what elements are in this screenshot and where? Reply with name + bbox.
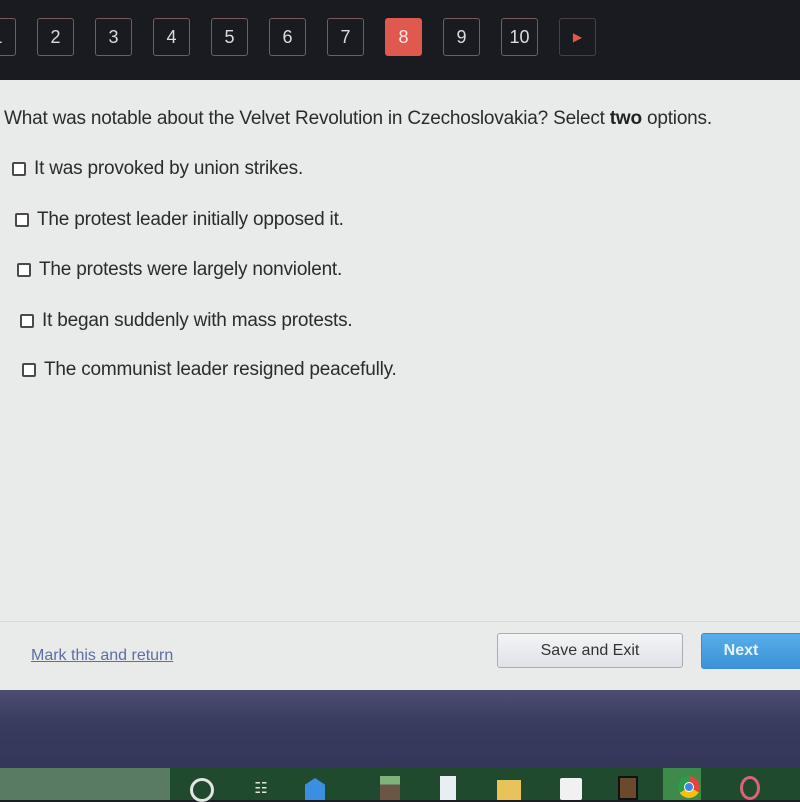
- question-suffix: options.: [641, 108, 712, 129]
- question-pagination-bar: 1 2 3 4 5 6 7 8 9 10 ▶: [0, 0, 800, 80]
- taskbar-search-box[interactable]: [0, 768, 170, 800]
- photo-app-icon[interactable]: [618, 776, 638, 800]
- option-label: The communist leader resigned peacefully…: [44, 359, 397, 380]
- question-emphasis: two: [609, 108, 642, 129]
- option-label: The protest leader initially opposed it.: [37, 209, 344, 230]
- checkbox[interactable]: [17, 263, 31, 277]
- option-5[interactable]: The communist leader resigned peacefully…: [22, 359, 397, 381]
- next-button[interactable]: Next: [701, 633, 800, 669]
- page-button-7[interactable]: 7: [327, 18, 364, 56]
- checkbox[interactable]: [20, 314, 34, 328]
- file-icon[interactable]: [440, 776, 456, 800]
- question-panel: What was notable about the Velvet Revolu…: [0, 80, 800, 690]
- taskbar: ☷: [0, 768, 800, 802]
- checkbox[interactable]: [12, 162, 26, 176]
- page-button-8-current[interactable]: 8: [385, 18, 422, 56]
- page-button-9[interactable]: 9: [443, 18, 480, 56]
- task-view-icon[interactable]: ☷: [250, 776, 272, 800]
- checkbox[interactable]: [22, 363, 36, 377]
- page-button-2[interactable]: 2: [37, 18, 74, 56]
- play-triangle-icon: ▶: [572, 30, 583, 44]
- option-label: It began suddenly with mass protests.: [42, 310, 353, 331]
- minecraft-icon[interactable]: [380, 776, 400, 800]
- page-button-4[interactable]: 4: [153, 18, 190, 56]
- file-explorer-icon[interactable]: [497, 780, 521, 800]
- page-button-6[interactable]: 6: [269, 18, 306, 56]
- mark-and-return-link[interactable]: Mark this and return: [31, 647, 173, 665]
- opera-icon[interactable]: [740, 776, 760, 800]
- store-icon[interactable]: [560, 778, 582, 800]
- save-and-exit-button[interactable]: Save and Exit: [497, 633, 683, 668]
- next-page-button[interactable]: ▶: [559, 18, 596, 56]
- pager: 1 2 3 4 5 6 7 8 9 10 ▶: [0, 18, 617, 56]
- option-4[interactable]: It began suddenly with mass protests.: [20, 310, 353, 332]
- footer-divider: [0, 621, 800, 622]
- chrome-icon[interactable]: [678, 776, 700, 798]
- page-button-3[interactable]: 3: [95, 18, 132, 56]
- page-button-10[interactable]: 10: [501, 18, 538, 56]
- option-2[interactable]: The protest leader initially opposed it.: [15, 209, 344, 231]
- monitor-bezel-area: [0, 690, 800, 770]
- checkbox[interactable]: [15, 213, 29, 227]
- question-text: What was notable about the Velvet Revolu…: [4, 108, 712, 130]
- question-prefix: What was notable about the Velvet Revolu…: [4, 108, 610, 129]
- option-1[interactable]: It was provoked by union strikes.: [12, 158, 303, 180]
- page-button-5[interactable]: 5: [211, 18, 248, 56]
- cortana-icon[interactable]: [190, 778, 214, 802]
- chrome-center-dot: [684, 782, 694, 792]
- page-button-1[interactable]: 1: [0, 18, 16, 56]
- option-3[interactable]: The protests were largely nonviolent.: [17, 259, 342, 281]
- mail-icon[interactable]: [305, 778, 325, 800]
- option-label: It was provoked by union strikes.: [34, 158, 304, 179]
- option-label: The protests were largely nonviolent.: [39, 259, 343, 280]
